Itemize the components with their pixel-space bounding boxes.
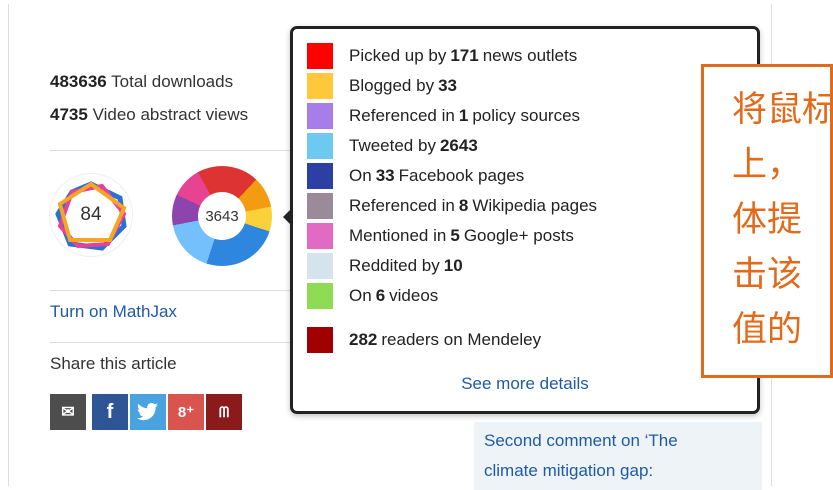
popup-row-value: 282 <box>349 330 378 349</box>
mendeley-icon: ᗰ <box>218 403 230 420</box>
callout-line: 上， <box>732 145 803 185</box>
popup-color-swatch <box>307 283 333 309</box>
email-icon: ✉ <box>61 404 75 421</box>
popup-row: 282 readers on Mendeley <box>307 327 541 353</box>
popup-row-value: 6 <box>375 286 386 305</box>
popup-row: Referenced in 8 Wikipedia pages <box>307 193 597 219</box>
popup-row: Tweeted by 2643 <box>307 133 482 159</box>
popup-color-swatch <box>307 223 333 249</box>
popup-row-suffix: Facebook pages <box>398 166 525 185</box>
callout-line: 体提 <box>732 200 803 240</box>
popup-row: On 6 videos <box>307 283 438 309</box>
popup-row-value: 10 <box>443 256 463 275</box>
popup-color-swatch <box>307 327 333 353</box>
popup-row-value: 33 <box>375 166 395 185</box>
popup-row-prefix: On <box>349 166 372 185</box>
mathjax-toggle-link[interactable]: Turn on MathJax <box>50 302 177 322</box>
popup-row-suffix: Google+ posts <box>463 226 574 245</box>
annotation-callout: 将鼠标上， 体提击该值的 <box>701 64 833 378</box>
popup-row: Referenced in 1 policy sources <box>307 103 580 129</box>
popup-row-value: 1 <box>458 106 469 125</box>
share-label: Share this article <box>50 354 177 373</box>
video-abstract-views: 4735 Video abstract views <box>50 105 249 124</box>
callout-line: 将鼠标 <box>732 90 833 130</box>
divider <box>50 290 290 291</box>
popup-row-prefix: Blogged by <box>349 76 435 95</box>
popup-row-prefix: Referenced in <box>349 106 455 125</box>
popup-row-suffix: videos <box>389 286 439 305</box>
popup-row: Blogged by 33 <box>307 73 461 99</box>
twitter-icon <box>137 403 158 421</box>
popup-color-swatch <box>307 253 333 279</box>
popup-color-swatch <box>307 73 333 99</box>
dimensions-score: 84 <box>80 204 102 225</box>
popup-row-prefix: On <box>349 286 372 305</box>
altmetric-donut-center: 3643 <box>198 192 246 240</box>
email-share-button[interactable]: ✉ <box>50 394 86 430</box>
popup-row-suffix: Wikipedia pages <box>472 196 598 215</box>
total-downloads: 483636 Total downloads <box>50 72 234 91</box>
popup-row: Picked up by 171 news outlets <box>307 43 577 69</box>
popup-color-swatch <box>307 103 333 129</box>
comment-line-2: climate mitigation gap: <box>484 461 654 480</box>
popup-row-value: 8 <box>458 196 469 215</box>
popup-row-prefix: Tweeted by <box>349 136 436 155</box>
dimensions-badge[interactable]: 84 <box>50 174 132 256</box>
altmetric-score: 3643 <box>205 207 239 225</box>
twitter-share-button[interactable] <box>130 394 166 430</box>
popup-color-swatch <box>307 193 333 219</box>
google-plus-icon: 8⁺ <box>177 404 195 421</box>
popup-row-suffix: readers on Mendeley <box>381 330 542 349</box>
popup-row-value: 2643 <box>439 136 478 155</box>
comment-link[interactable]: Second comment on ‘The climate mitigatio… <box>474 422 762 490</box>
popup-color-swatch <box>307 43 333 69</box>
popup-row-suffix: news outlets <box>482 46 578 65</box>
popup-row-value: 33 <box>438 76 457 95</box>
see-more-details-link[interactable]: See more details <box>293 374 757 394</box>
popup-row-prefix: Mentioned in <box>349 226 447 245</box>
popup-row-suffix: policy sources <box>472 106 581 125</box>
popup-row-prefix: Reddited by <box>349 256 440 275</box>
google-plus-share-button[interactable]: 8⁺ <box>168 394 204 430</box>
facebook-icon: f <box>106 400 114 423</box>
popup-row-prefix: Referenced in <box>349 196 455 215</box>
altmetric-popup: Picked up by 171 news outlets Blogged by 33 R… <box>283 26 760 414</box>
comment-line-1: Second comment on ‘The <box>484 431 678 450</box>
popup-row-value: 171 <box>450 46 479 65</box>
facebook-share-button[interactable]: f <box>92 394 128 430</box>
popup-color-swatch <box>307 133 333 159</box>
callout-line: 击该 <box>732 255 803 295</box>
popup-row-prefix: Picked up by <box>349 46 447 65</box>
popup-row: On 33 Facebook pages <box>307 163 524 189</box>
popup-row: Reddited by 10 <box>307 253 467 279</box>
divider <box>50 342 290 343</box>
popup-row: Mentioned in 5 Google+ posts <box>307 223 574 249</box>
popup-row-value: 5 <box>450 226 460 245</box>
popup-color-swatch <box>307 163 333 189</box>
callout-line: 值的 <box>732 310 803 350</box>
altmetric-donut[interactable]: 3643 <box>172 166 272 266</box>
divider <box>50 150 290 151</box>
mendeley-share-button[interactable]: ᗰ <box>206 394 242 430</box>
popup-pointer <box>283 207 293 227</box>
